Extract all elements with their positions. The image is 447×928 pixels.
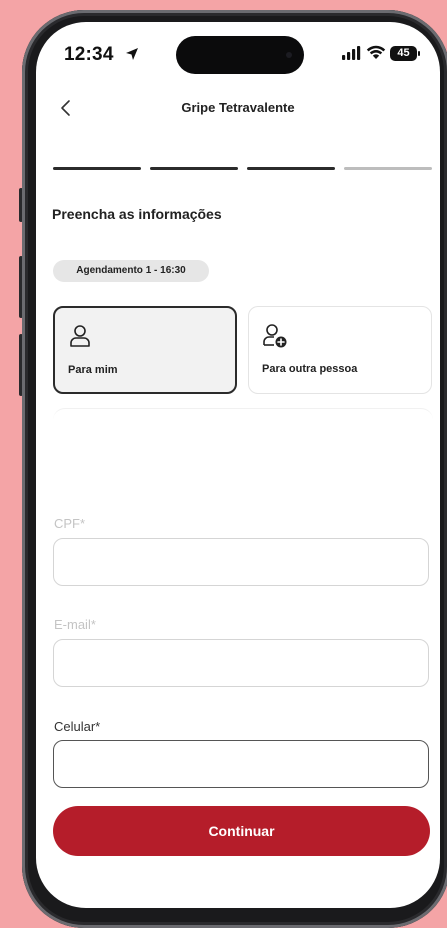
phone-input[interactable] — [53, 740, 429, 788]
email-label: E-mail* — [54, 617, 96, 632]
phone-label: Celular* — [54, 719, 101, 734]
wifi-icon — [366, 45, 386, 59]
dynamic-island — [176, 36, 304, 74]
cpf-input[interactable] — [53, 538, 429, 586]
page-title: Gripe Tetravalente — [181, 100, 295, 115]
option-for-me[interactable]: Para mim — [53, 306, 237, 394]
continue-button[interactable]: Continuar — [53, 806, 430, 856]
progress-step-3 — [247, 167, 335, 170]
status-time: 12:34 — [64, 44, 114, 65]
cpf-label: CPF* — [54, 516, 86, 531]
progress-steps — [53, 167, 433, 170]
option-for-me-label: Para mim — [68, 364, 118, 376]
battery-cap — [418, 51, 420, 56]
camera-dot — [286, 52, 292, 58]
app-screen: 12:34 45 Gripe Tetravalente Preencha as … — [36, 22, 440, 908]
user-icon — [70, 325, 90, 347]
appointment-badge: Agendamento 1 - 16:30 — [53, 260, 209, 282]
cellular-signal-icon — [342, 46, 361, 60]
battery-indicator: 45 — [390, 46, 417, 61]
add-user-icon — [263, 324, 287, 348]
content-panel — [53, 408, 433, 499]
option-for-other-person[interactable]: Para outra pessoa — [248, 306, 432, 394]
progress-step-1 — [53, 167, 141, 170]
progress-step-4 — [344, 167, 432, 170]
progress-step-2 — [150, 167, 238, 170]
option-for-other-label: Para outra pessoa — [262, 363, 358, 375]
email-input[interactable] — [53, 639, 429, 687]
section-title: Preencha as informações — [52, 206, 222, 222]
location-arrow-icon — [126, 48, 138, 60]
